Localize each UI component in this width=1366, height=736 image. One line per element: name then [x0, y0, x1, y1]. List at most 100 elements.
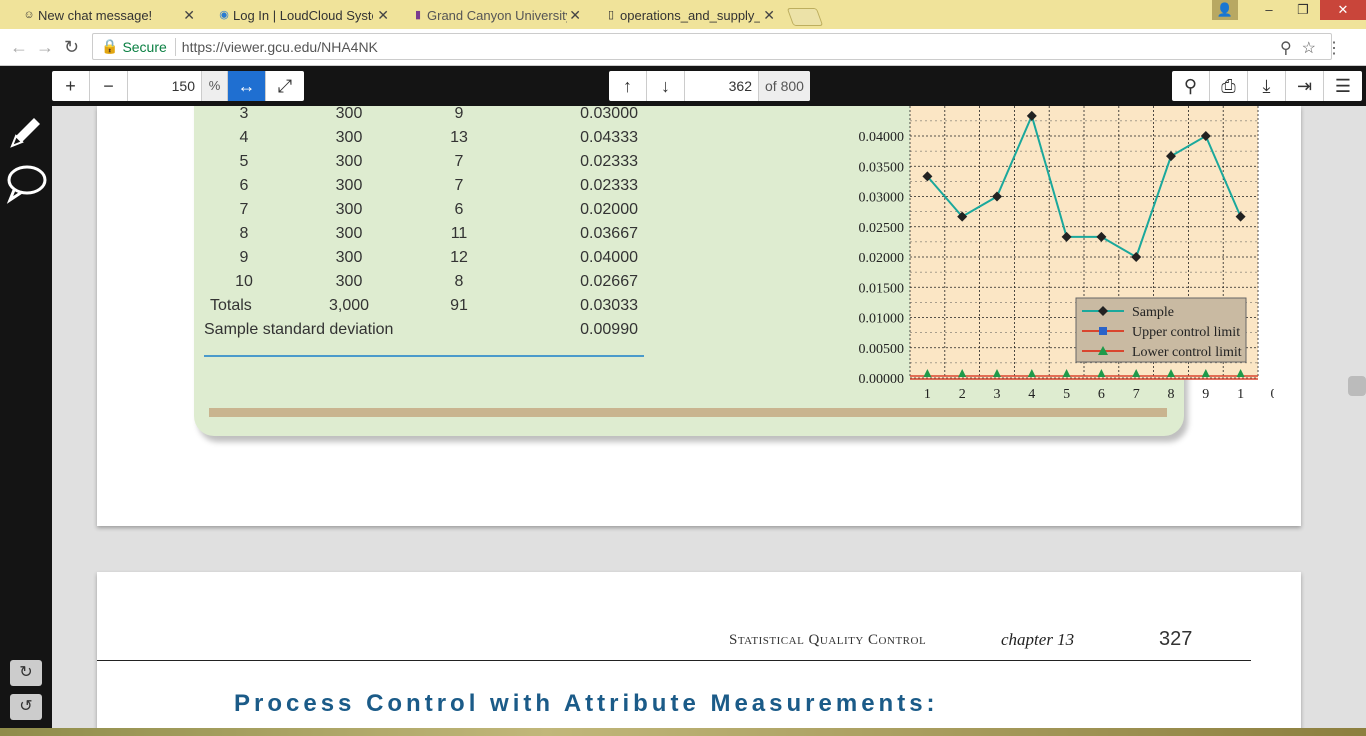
x-tick-label: 1 — [924, 387, 931, 402]
table-cell: 0.02000 — [580, 201, 638, 218]
legend-label: Upper control limit — [1132, 325, 1240, 340]
restore-button[interactable]: ❐ — [1286, 0, 1320, 20]
lock-icon: 🔒 — [101, 38, 119, 54]
scrollbar-thumb[interactable] — [1348, 376, 1366, 396]
download-icon[interactable]: ⤓ — [1248, 71, 1286, 101]
fit-width-button[interactable]: ↔ — [228, 71, 266, 101]
table-cell: 7 — [454, 153, 464, 170]
tab-gcu[interactable]: ▮ Grand Canyon University ✕ — [405, 2, 587, 29]
y-tick-label: 0.03500 — [859, 160, 905, 175]
legend-label: Sample — [1132, 305, 1174, 320]
new-tab-button[interactable] — [786, 8, 824, 26]
table-row: 6 300 7 0.02333 — [204, 177, 644, 201]
prev-page-button[interactable]: ↑ — [609, 71, 647, 101]
x-tick-label: 4 — [1028, 387, 1035, 402]
window-controls: 👤 – ❐ ✕ — [1212, 0, 1366, 20]
y-tick-label: 0.01000 — [859, 312, 905, 327]
x-tick-label: 5 — [1063, 387, 1070, 402]
next-page-button[interactable]: ↓ — [647, 71, 685, 101]
close-window-button[interactable]: ✕ — [1320, 0, 1366, 20]
totals-cell: 3,000 — [328, 297, 370, 314]
close-tab-icon[interactable]: ✕ — [183, 7, 195, 24]
pencil-icon[interactable] — [6, 112, 46, 152]
y-tick-label: 0.01500 — [859, 281, 905, 296]
minimize-button[interactable]: – — [1252, 0, 1286, 20]
x-tick-label: 0 — [1271, 387, 1275, 402]
zoom-in-button[interactable]: + — [52, 71, 90, 101]
close-tab-icon[interactable]: ✕ — [763, 7, 775, 24]
export-icon[interactable]: ⇥ — [1286, 71, 1324, 101]
table-cell: 10 — [235, 273, 253, 290]
close-tab-icon[interactable]: ✕ — [569, 7, 581, 24]
profile-icon[interactable]: 👤 — [1212, 0, 1238, 20]
table-cell: 300 — [335, 153, 363, 170]
tab-strip: ☺ New chat message! ✕ ◉ Log In | LoudClo… — [0, 0, 1366, 29]
table-row: 8 300 11 0.03667 — [204, 225, 644, 249]
totals-row: Totals 3,000 91 0.03033 — [204, 297, 644, 321]
viewer-toolbar: + − 150 % ↔ ⤢ ↑ ↓ 362 of 800 ⚲ ⎙ ⤓ ⇥ ☰ — [0, 66, 1366, 106]
table-row: 10 300 8 0.02667 — [204, 273, 644, 297]
table-cell: 300 — [335, 106, 363, 122]
zoom-input[interactable]: 150 — [128, 71, 202, 101]
y-tick-label: 0.03000 — [859, 191, 905, 206]
tab-chat[interactable]: ☺ New chat message! ✕ — [16, 2, 201, 29]
header-rule — [97, 660, 1251, 661]
exhibit-panel: 3 300 9 0.03000 4 300 13 0.04333 5 300 7 0.02333 6 30… — [194, 106, 1274, 436]
table-cell: 0.03000 — [580, 106, 638, 122]
back-icon[interactable]: ← — [10, 37, 28, 58]
y-tick-label: 0.02500 — [859, 221, 905, 236]
tab-operations[interactable]: ▯ operations_and_supply_c ✕ — [598, 2, 781, 29]
table-cell: 11 — [450, 225, 468, 242]
table-row: 5 300 7 0.02333 — [204, 153, 644, 177]
y-tick-label: 0.00500 — [859, 342, 905, 357]
legend-label: Lower control limit — [1132, 345, 1242, 360]
url-input[interactable]: 🔒 Secure https://viewer.gcu.edu/NHA4NK — [92, 33, 1332, 60]
tab-title: Log In | LoudCloud Syste — [233, 8, 373, 23]
control-chart: 0.00000 0.00500 0.01000 0.01500 0.02000 0.025… — [859, 106, 1275, 402]
tab-title: New chat message! — [38, 8, 153, 23]
totals-cell: 91 — [450, 297, 468, 314]
fullscreen-button[interactable]: ⤢ — [266, 71, 304, 101]
page-total: of 800 — [759, 71, 810, 101]
x-tick-label: 1 — [1237, 387, 1244, 402]
table-row: 9 300 12 0.04000 — [204, 249, 644, 273]
x-tick-label: 8 — [1168, 387, 1175, 402]
rotate-ccw-button[interactable]: ↺ — [10, 694, 42, 720]
chapter-label: chapter 13 — [1001, 630, 1075, 649]
rotate-cw-button[interactable]: ↻ — [10, 660, 42, 686]
page-327: Statistical Quality Control chapter 13 3… — [97, 572, 1301, 736]
tab-title: operations_and_supply_c — [620, 8, 760, 23]
table-cell: 3 — [239, 106, 249, 122]
y-tick-label: 0.04000 — [859, 130, 905, 145]
forward-icon[interactable]: → — [36, 37, 54, 58]
zoom-out-button[interactable]: − — [90, 71, 128, 101]
table-cell: 300 — [335, 177, 363, 194]
table-cell: 0.02333 — [580, 153, 638, 170]
stddev-label: Sample standard deviation — [204, 321, 394, 338]
reload-icon[interactable]: ↻ — [64, 37, 79, 58]
tools-group: ⚲ ⎙ ⤓ ⇥ ☰ — [1172, 71, 1362, 101]
table-cell: 0.02667 — [580, 273, 638, 290]
print-icon[interactable]: ⎙ — [1210, 71, 1248, 101]
comment-icon[interactable] — [6, 164, 48, 204]
page-361: 3 300 9 0.03000 4 300 13 0.04333 5 300 7 0.02333 6 30… — [97, 106, 1301, 526]
table-row: 4 300 13 0.04333 — [204, 129, 644, 153]
tab-loudcloud[interactable]: ◉ Log In | LoudCloud Syste ✕ — [211, 2, 395, 29]
bookmark-star-icon[interactable]: ⚲☆⋮ — [1280, 38, 1352, 58]
table-cell: 7 — [239, 201, 249, 218]
search-icon[interactable]: ⚲ — [1172, 71, 1210, 101]
y-tick-label: 0.00000 — [859, 372, 905, 387]
table-cell: 8 — [239, 225, 249, 242]
menu-icon[interactable]: ☰ — [1324, 71, 1362, 101]
stddev-row: Sample standard deviation 0.00990 — [204, 321, 644, 345]
table-row: 7 300 6 0.02000 — [204, 201, 644, 225]
document-viewer[interactable]: 3 300 9 0.03000 4 300 13 0.04333 5 300 7 0.02333 6 30… — [52, 106, 1366, 736]
page-header: Statistical Quality Control chapter 13 3… — [97, 628, 1301, 664]
zoom-unit: % — [202, 71, 228, 101]
table-rule — [204, 355, 644, 357]
table-cell: 13 — [450, 129, 468, 146]
close-tab-icon[interactable]: ✕ — [377, 7, 389, 24]
table-cell: 5 — [239, 153, 249, 170]
table-cell: 6 — [454, 201, 464, 218]
page-input[interactable]: 362 — [685, 71, 759, 101]
